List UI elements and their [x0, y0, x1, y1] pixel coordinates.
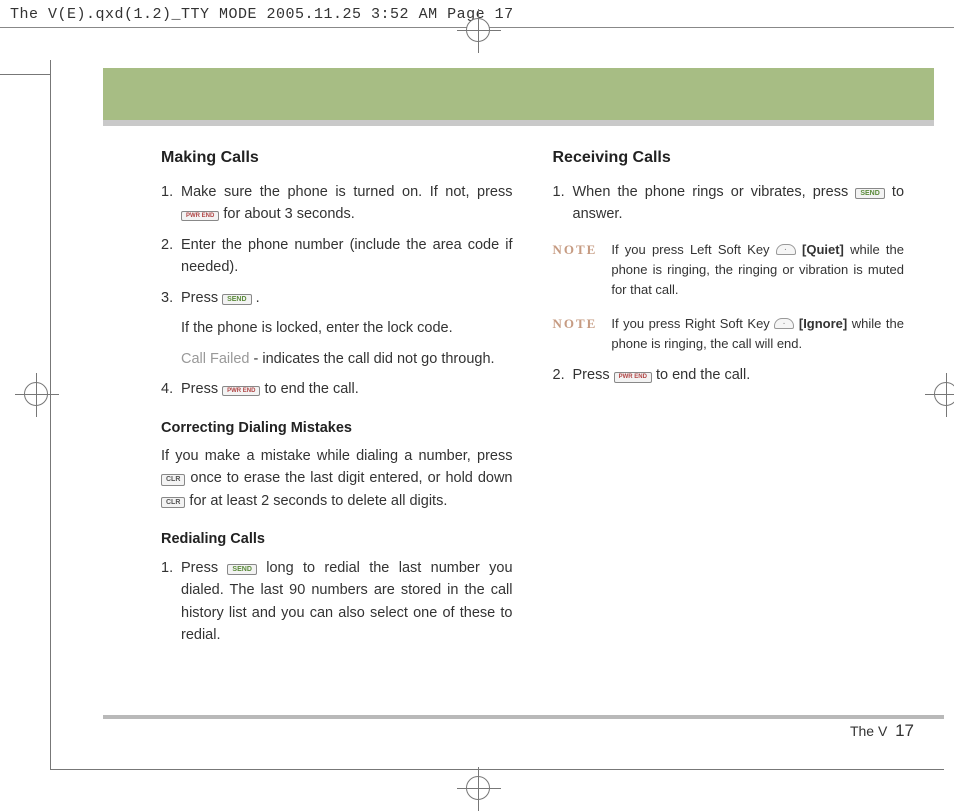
quiet-label: [Quiet]: [802, 242, 850, 257]
call-failed-note: Call Failed - indicates the call did not…: [161, 348, 513, 370]
note-label: NOTE: [553, 314, 598, 354]
content-columns: Making Calls 1. Make sure the phone is t…: [161, 146, 904, 703]
text: to end the call.: [264, 381, 358, 397]
text: for at least 2 seconds to delete all dig…: [189, 493, 447, 509]
end-key-icon: PWR END: [181, 211, 219, 221]
heading-making-calls: Making Calls: [161, 146, 513, 171]
end-key-icon: PWR END: [614, 372, 652, 382]
step-text: Press PWR END to end the call.: [181, 378, 513, 400]
step-2: 2. Enter the phone number (include the a…: [161, 234, 513, 279]
text: - indicates the call did not go through.: [250, 351, 495, 367]
step-3: 3. Press SEND .: [161, 287, 513, 309]
registration-mark-icon: [466, 18, 490, 42]
text: to end the call.: [656, 367, 750, 383]
step-number: 1.: [161, 181, 181, 226]
text: for about 3 seconds.: [223, 206, 354, 222]
step-number: 1.: [161, 557, 181, 647]
footer-gray-rule: [103, 715, 944, 719]
note-label: NOTE: [553, 240, 598, 300]
text: Press: [181, 560, 227, 576]
call-failed-label: Call Failed: [181, 351, 250, 367]
step-4: 4. Press PWR END to end the call.: [161, 378, 513, 400]
header-green-bar: [103, 68, 934, 120]
text: If you press Left Soft Key: [611, 242, 775, 257]
registration-mark-icon: [24, 382, 48, 406]
redial-step-1: 1. Press SEND long to redial the last nu…: [161, 557, 513, 647]
step-text: Press PWR END to end the call.: [573, 364, 905, 386]
step-number: 4.: [161, 378, 181, 400]
header-gray-rule: [103, 120, 934, 126]
step-text: Press SEND long to redial the last numbe…: [181, 557, 513, 647]
crop-line: [0, 74, 50, 75]
text: When the phone rings or vibrates, press: [573, 184, 856, 200]
page-number: 17: [895, 721, 914, 740]
send-key-icon: SEND: [222, 294, 251, 305]
text: If you make a mistake while dialing a nu…: [161, 448, 513, 464]
send-key-icon: SEND: [855, 188, 884, 199]
text: If you press Right Soft Key: [611, 316, 774, 331]
step-number: 3.: [161, 287, 181, 309]
step-text: When the phone rings or vibrates, press …: [573, 181, 905, 226]
step-text: Make sure the phone is turned on. If not…: [181, 181, 513, 226]
page-frame: Making Calls 1. Make sure the phone is t…: [50, 60, 944, 770]
registration-mark-icon: [466, 776, 490, 800]
right-soft-key-icon: [774, 318, 794, 329]
recv-step-1: 1. When the phone rings or vibrates, pre…: [553, 181, 905, 226]
step-number: 2.: [161, 234, 181, 279]
text: Make sure the phone is turned on. If not…: [181, 184, 513, 200]
recv-step-2: 2. Press PWR END to end the call.: [553, 364, 905, 386]
subheading-correcting: Correcting Dialing Mistakes: [161, 417, 513, 439]
step-text: Press SEND .: [181, 287, 513, 309]
ignore-label: [Ignore]: [799, 316, 852, 331]
text: .: [256, 290, 260, 306]
clr-key-icon: CLR: [161, 497, 185, 508]
text: once to erase the last digit entered, or…: [190, 470, 512, 486]
end-key-icon: PWR END: [222, 386, 260, 396]
heading-receiving-calls: Receiving Calls: [553, 146, 905, 171]
right-column: Receiving Calls 1. When the phone rings …: [553, 146, 905, 703]
left-column: Making Calls 1. Make sure the phone is t…: [161, 146, 513, 703]
note-text: If you press Right Soft Key [Ignore] whi…: [611, 314, 904, 354]
note-ignore: NOTE If you press Right Soft Key [Ignore…: [553, 314, 905, 354]
subheading-redialing: Redialing Calls: [161, 528, 513, 550]
step-1: 1. Make sure the phone is turned on. If …: [161, 181, 513, 226]
left-soft-key-icon: [776, 244, 796, 255]
text: Press: [181, 290, 222, 306]
note-quiet: NOTE If you press Left Soft Key [Quiet] …: [553, 240, 905, 300]
text: Press: [573, 367, 614, 383]
lock-note: If the phone is locked, enter the lock c…: [161, 317, 513, 339]
page-footer: The V 17: [850, 721, 914, 741]
crop-line: [944, 394, 954, 395]
text: Press: [181, 381, 222, 397]
note-text: If you press Left Soft Key [Quiet] while…: [611, 240, 904, 300]
step-number: 1.: [553, 181, 573, 226]
step-text: Enter the phone number (include the area…: [181, 234, 513, 279]
correcting-text: If you make a mistake while dialing a nu…: [161, 445, 513, 512]
send-key-icon: SEND: [227, 564, 256, 575]
footer-label: The V: [850, 723, 887, 739]
step-number: 2.: [553, 364, 573, 386]
clr-key-icon: CLR: [161, 474, 185, 485]
